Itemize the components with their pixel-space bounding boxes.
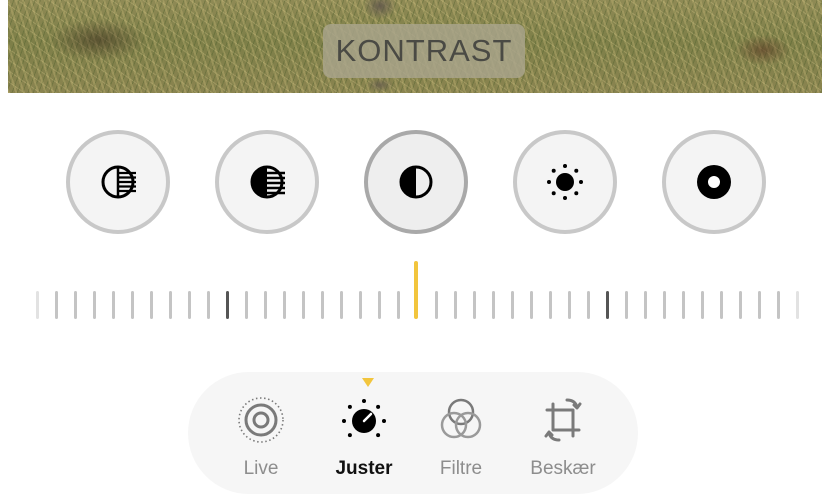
tab-juster-label: Juster xyxy=(335,458,393,479)
slider-tick xyxy=(663,291,666,319)
brilliance-tool-button[interactable] xyxy=(215,130,319,234)
tab-juster[interactable]: Juster xyxy=(319,392,409,482)
exposure-tool-button[interactable] xyxy=(66,130,170,234)
slider-tick xyxy=(530,291,533,319)
slider-tick xyxy=(36,291,39,319)
slider-tick xyxy=(758,291,761,319)
slider-tick xyxy=(264,291,267,319)
tab-filtre[interactable]: Filtre xyxy=(416,392,506,482)
slider-tick xyxy=(473,291,476,319)
adjust-dial-icon xyxy=(342,399,386,438)
slider-tick xyxy=(378,291,381,319)
slider-tick xyxy=(321,291,324,319)
live-photo-icon xyxy=(238,397,284,443)
exposure-icon xyxy=(101,165,136,199)
brightness-icon xyxy=(547,164,583,200)
slider-tick xyxy=(701,291,704,319)
slider-tick xyxy=(492,291,495,319)
slider-tick xyxy=(93,291,96,319)
selected-tab-marker-icon xyxy=(362,378,374,387)
slider-tick xyxy=(150,291,153,319)
slider-tick xyxy=(397,291,400,319)
contrast-icon xyxy=(399,165,433,199)
slider-tick xyxy=(169,291,172,319)
slider-tick xyxy=(340,291,343,319)
slider-tick xyxy=(606,291,609,319)
tab-beskaer[interactable]: Beskær xyxy=(518,392,608,482)
slider-indicator[interactable] xyxy=(414,261,418,319)
tab-filtre-label: Filtre xyxy=(439,458,483,479)
slider-tick xyxy=(720,291,723,319)
tab-live[interactable]: Live xyxy=(216,392,306,482)
slider-tick xyxy=(587,291,590,319)
slider-tick xyxy=(283,291,286,319)
slider-tick xyxy=(55,291,58,319)
slider-tick xyxy=(207,291,210,319)
slider-tick xyxy=(435,291,438,319)
slider-tick xyxy=(359,291,362,319)
filters-icon xyxy=(440,398,482,439)
tab-live-label: Live xyxy=(243,458,279,479)
slider-tick xyxy=(188,291,191,319)
slider-tick xyxy=(302,291,305,319)
tab-beskaer-label: Beskær xyxy=(530,458,596,479)
slider-tick xyxy=(777,291,780,319)
slider-tick xyxy=(511,291,514,319)
brightness-tool-button[interactable] xyxy=(513,130,617,234)
slider-tick xyxy=(549,291,552,319)
slider-tick xyxy=(568,291,571,319)
vignette-icon xyxy=(697,165,731,199)
adjustment-slider[interactable] xyxy=(0,255,822,325)
edit-tab-bar: Live Juster Filtre Beskær xyxy=(188,372,638,494)
vignette-tool-button[interactable] xyxy=(662,130,766,234)
slider-tick xyxy=(74,291,77,319)
slider-tick xyxy=(796,291,799,319)
slider-tick xyxy=(226,291,229,319)
slider-tick xyxy=(454,291,457,319)
slider-tick xyxy=(245,291,248,319)
slider-tick xyxy=(682,291,685,319)
adjustment-name-label: KONTRAST xyxy=(323,24,525,78)
photo-preview: KONTRAST xyxy=(8,0,822,93)
crop-rotate-icon xyxy=(544,398,582,442)
slider-tick xyxy=(131,291,134,319)
slider-tick xyxy=(739,291,742,319)
slider-tick xyxy=(644,291,647,319)
slider-tick xyxy=(625,291,628,319)
slider-tick xyxy=(112,291,115,319)
brilliance-icon xyxy=(250,165,285,199)
contrast-tool-button[interactable] xyxy=(364,130,468,234)
